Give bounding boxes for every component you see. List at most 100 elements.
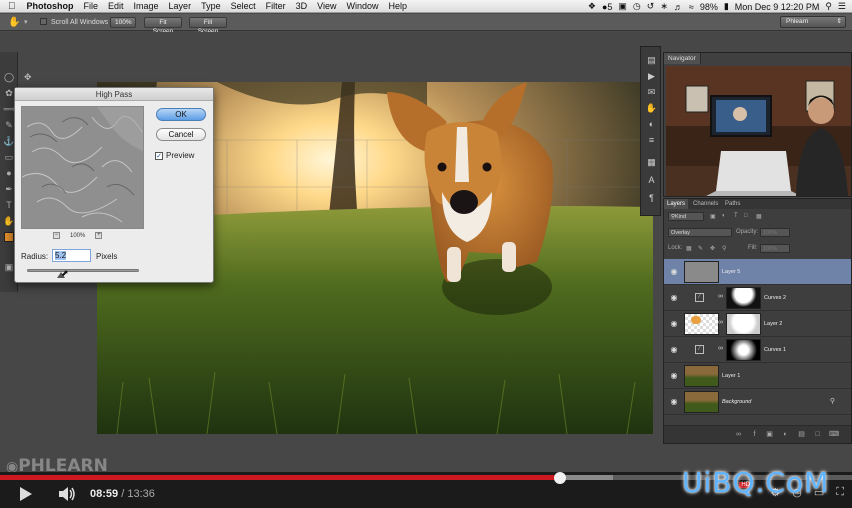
notification-badge-icon[interactable]: ●5 bbox=[602, 2, 612, 12]
filter-pixel-icon[interactable]: ▣ bbox=[710, 213, 716, 220]
navigator-preview[interactable] bbox=[666, 66, 851, 196]
tab-paths[interactable]: Paths bbox=[722, 199, 743, 209]
tool-preset-dropdown-icon[interactable]: ▾ bbox=[24, 18, 28, 26]
zoom-100-button[interactable]: 100% bbox=[110, 17, 136, 28]
radius-slider[interactable] bbox=[27, 269, 139, 272]
time-machine-icon[interactable]: ↺ bbox=[647, 1, 655, 12]
move-tool-icon[interactable]: ✥ bbox=[24, 72, 32, 83]
app-status-icon[interactable]: ▣ bbox=[618, 1, 627, 12]
visibility-eye-icon[interactable]: ◉ bbox=[669, 267, 679, 277]
filter-preview[interactable] bbox=[21, 106, 144, 229]
fill-screen-button[interactable]: Fill Screen bbox=[189, 17, 227, 35]
new-group-icon[interactable]: ▤ bbox=[797, 430, 806, 439]
tab-channels[interactable]: Channels bbox=[690, 199, 721, 209]
layer-name[interactable]: Curves 2 bbox=[764, 295, 786, 301]
blend-mode-select[interactable]: Overlay bbox=[668, 228, 732, 237]
wifi-icon[interactable]: ≈ bbox=[689, 2, 694, 12]
layer-row-background[interactable]: ◉ Background ⚲ bbox=[664, 389, 851, 415]
layer-style-icon[interactable]: f bbox=[750, 430, 759, 439]
cancel-button[interactable]: Cancel bbox=[156, 128, 206, 141]
menu-app-name[interactable]: Photoshop bbox=[22, 1, 79, 11]
fill-input[interactable]: 100% bbox=[760, 244, 790, 253]
layer-row-curves-1[interactable]: ◉ ∕ ∞ Curves 1 bbox=[664, 337, 851, 363]
character-panel-icon[interactable]: A bbox=[645, 175, 658, 186]
menu-select[interactable]: Select bbox=[226, 1, 261, 11]
info-panel-icon[interactable]: ▦ bbox=[645, 157, 658, 168]
menu-help[interactable]: Help bbox=[383, 1, 412, 11]
menu-filter[interactable]: Filter bbox=[261, 1, 291, 11]
actions-panel-icon[interactable]: ▶ bbox=[645, 71, 658, 82]
menu-type[interactable]: Type bbox=[196, 1, 226, 11]
menu-view[interactable]: View bbox=[312, 1, 341, 11]
layer-name[interactable]: Layer 5 bbox=[722, 269, 740, 275]
hand-tool-icon[interactable]: ✋ bbox=[8, 17, 20, 28]
visibility-eye-icon[interactable]: ◉ bbox=[669, 293, 679, 303]
menu-layer[interactable]: Layer bbox=[164, 1, 197, 11]
new-adjustment-icon[interactable]: ◐ bbox=[781, 430, 790, 439]
progress-scrubber[interactable] bbox=[553, 472, 566, 484]
add-mask-icon[interactable]: ▣ bbox=[765, 430, 774, 439]
menu-window[interactable]: Window bbox=[341, 1, 383, 11]
bluetooth-icon[interactable]: ∗ bbox=[660, 1, 668, 12]
lock-transparency-icon[interactable]: ▦ bbox=[686, 245, 692, 252]
layer-row-layer-2[interactable]: ◉ ∞ Layer 2 bbox=[664, 311, 851, 337]
fullscreen-icon[interactable]: ⛶ bbox=[836, 486, 844, 499]
workspace-select[interactable]: Phlearn ⇕ bbox=[780, 16, 846, 28]
visibility-eye-icon[interactable]: ◉ bbox=[669, 371, 679, 381]
menu-image[interactable]: Image bbox=[129, 1, 164, 11]
notification-center-icon[interactable]: ☰ bbox=[838, 1, 846, 12]
fit-screen-button[interactable]: Fit Screen bbox=[144, 17, 182, 35]
link-layers-icon[interactable]: ∞ bbox=[734, 430, 743, 439]
menu-edit[interactable]: Edit bbox=[103, 1, 129, 11]
visibility-eye-icon[interactable]: ◉ bbox=[669, 397, 679, 407]
visibility-eye-icon[interactable]: ◉ bbox=[669, 345, 679, 355]
trash-icon[interactable]: ⌨ bbox=[829, 430, 839, 439]
volume-icon[interactable] bbox=[58, 487, 76, 501]
zoom-in-button[interactable]: + bbox=[95, 232, 103, 239]
opacity-input[interactable]: 100% bbox=[760, 228, 790, 237]
properties-panel-icon[interactable]: ≡ bbox=[645, 135, 658, 146]
lock-all-icon[interactable]: ⚲ bbox=[722, 245, 726, 252]
visibility-eye-icon[interactable]: ◉ bbox=[669, 319, 679, 329]
apple-menu-icon[interactable]:  bbox=[0, 1, 22, 12]
adjustments-panel-icon[interactable]: ◐ bbox=[645, 119, 658, 130]
layer-name[interactable]: Background bbox=[722, 399, 751, 405]
history-panel-icon[interactable]: ▤ bbox=[645, 55, 658, 66]
tool-presets-icon[interactable]: ✉ bbox=[645, 87, 658, 98]
preview-checkbox[interactable]: ✓ Preview bbox=[155, 151, 194, 160]
menu-file[interactable]: File bbox=[79, 1, 104, 11]
layer-row-curves-2[interactable]: ◉ ∕ ∞ Curves 2 bbox=[664, 285, 851, 311]
layer-name[interactable]: Curves 1 bbox=[764, 347, 786, 353]
tab-layers[interactable]: Layers bbox=[664, 199, 689, 209]
lock-pixels-icon[interactable]: ✎ bbox=[698, 245, 703, 252]
filter-shape-icon[interactable]: □ bbox=[744, 213, 748, 219]
battery-icon[interactable]: ▮ bbox=[724, 1, 729, 12]
hand-panel-icon[interactable]: ✋ bbox=[645, 103, 658, 114]
dropbox-icon[interactable]: ❖ bbox=[588, 1, 596, 12]
spotlight-search-icon[interactable]: ⚲ bbox=[825, 1, 832, 12]
scroll-all-checkbox-icon[interactable] bbox=[40, 18, 47, 27]
filter-type-icon[interactable]: T bbox=[734, 213, 738, 219]
ok-button[interactable]: OK bbox=[156, 108, 206, 121]
filter-smart-object-icon[interactable]: ▦ bbox=[756, 213, 762, 220]
kind-filter-select[interactable]: ⚲Kind bbox=[668, 212, 704, 221]
radius-input[interactable]: 5.2 bbox=[52, 249, 91, 262]
menubar-clock[interactable]: Mon Dec 9 12:20 PM bbox=[735, 2, 820, 12]
filter-adjustment-icon[interactable]: ◐ bbox=[722, 213, 726, 219]
layer-name[interactable]: Layer 2 bbox=[764, 321, 782, 327]
navigator-tab[interactable]: Navigator bbox=[664, 53, 701, 64]
zoom-out-button[interactable]: − bbox=[53, 232, 60, 239]
play-icon[interactable] bbox=[20, 487, 32, 501]
battery-percent[interactable]: 98% bbox=[700, 2, 718, 12]
paragraph-panel-icon[interactable]: ¶ bbox=[645, 193, 658, 204]
clock-status-icon[interactable]: ◷ bbox=[633, 1, 641, 12]
layer-row-layer-5[interactable]: ◉ Layer 5 bbox=[664, 259, 851, 285]
marquee-tool-icon[interactable]: ◯ bbox=[3, 72, 15, 83]
layer-row-layer-1[interactable]: ◉ Layer 1 bbox=[664, 363, 851, 389]
menu-3d[interactable]: 3D bbox=[291, 1, 313, 11]
lock-position-icon[interactable]: ✥ bbox=[710, 245, 715, 252]
foreground-color-swatch[interactable] bbox=[4, 232, 14, 242]
new-layer-icon[interactable]: □ bbox=[813, 430, 822, 439]
layer-name[interactable]: Layer 1 bbox=[722, 373, 740, 379]
volume-status-icon[interactable]: ♬ bbox=[674, 2, 683, 12]
